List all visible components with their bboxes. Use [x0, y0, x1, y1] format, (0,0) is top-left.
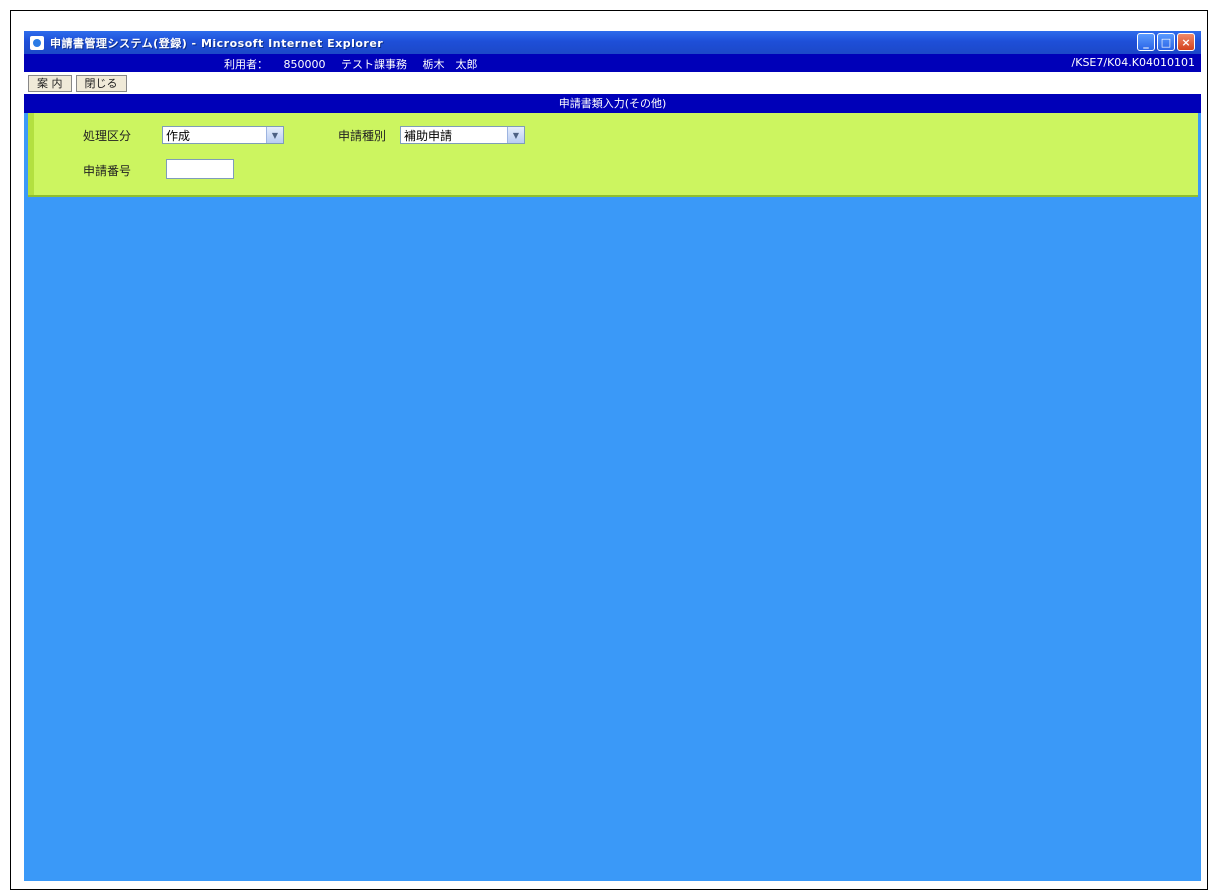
- internet-explorer-icon: [30, 35, 44, 50]
- user-name: 栃木 太郎: [422, 58, 478, 71]
- user-info: 利用者： 850000 テスト課事務 栃木 太郎: [224, 56, 490, 72]
- process-label: 処理区分: [83, 129, 132, 143]
- chevron-down-icon[interactable]: ▼: [507, 127, 524, 143]
- process-select[interactable]: 作成 ▼: [162, 126, 284, 144]
- maximize-button[interactable]: □: [1157, 33, 1175, 51]
- close-window-button[interactable]: ×: [1177, 33, 1195, 51]
- screen-id: /KSE7/K04.K04010101: [1071, 56, 1195, 69]
- toolbar: 案 内 閉じる: [24, 72, 1201, 94]
- search-form-panel: 処理区分 作成 ▼ 申請種別 補助申請 ▼ 申請番号: [28, 113, 1198, 197]
- process-select-value: 作成: [166, 128, 191, 143]
- browser-window: 申請書管理システム(登録) - Microsoft Internet Explo…: [24, 31, 1201, 881]
- window-title: 申請書管理システム(登録) - Microsoft Internet Explo…: [50, 36, 384, 50]
- close-button[interactable]: 閉じる: [75, 74, 127, 92]
- number-label: 申請番号: [83, 164, 132, 178]
- minimize-button[interactable]: _: [1137, 33, 1155, 51]
- type-select[interactable]: 補助申請 ▼: [400, 126, 525, 144]
- user-id: 850000: [283, 58, 326, 71]
- window-controls: _ □ ×: [1137, 33, 1195, 51]
- page-title: 申請書類入力(その他): [24, 94, 1201, 113]
- type-label: 申請種別: [338, 129, 387, 143]
- guide-button[interactable]: 案 内: [28, 74, 72, 92]
- user-info-bar: 利用者： 850000 テスト課事務 栃木 太郎 /KSE7/K04.K0401…: [24, 54, 1201, 72]
- user-label: 利用者：: [224, 58, 268, 71]
- number-input[interactable]: [166, 159, 234, 179]
- window-titlebar[interactable]: 申請書管理システム(登録) - Microsoft Internet Explo…: [24, 31, 1201, 54]
- chevron-down-icon[interactable]: ▼: [266, 127, 283, 143]
- type-select-value: 補助申請: [404, 128, 453, 143]
- panel-accent-strip: [28, 113, 34, 195]
- user-department: テスト課事務: [341, 58, 407, 71]
